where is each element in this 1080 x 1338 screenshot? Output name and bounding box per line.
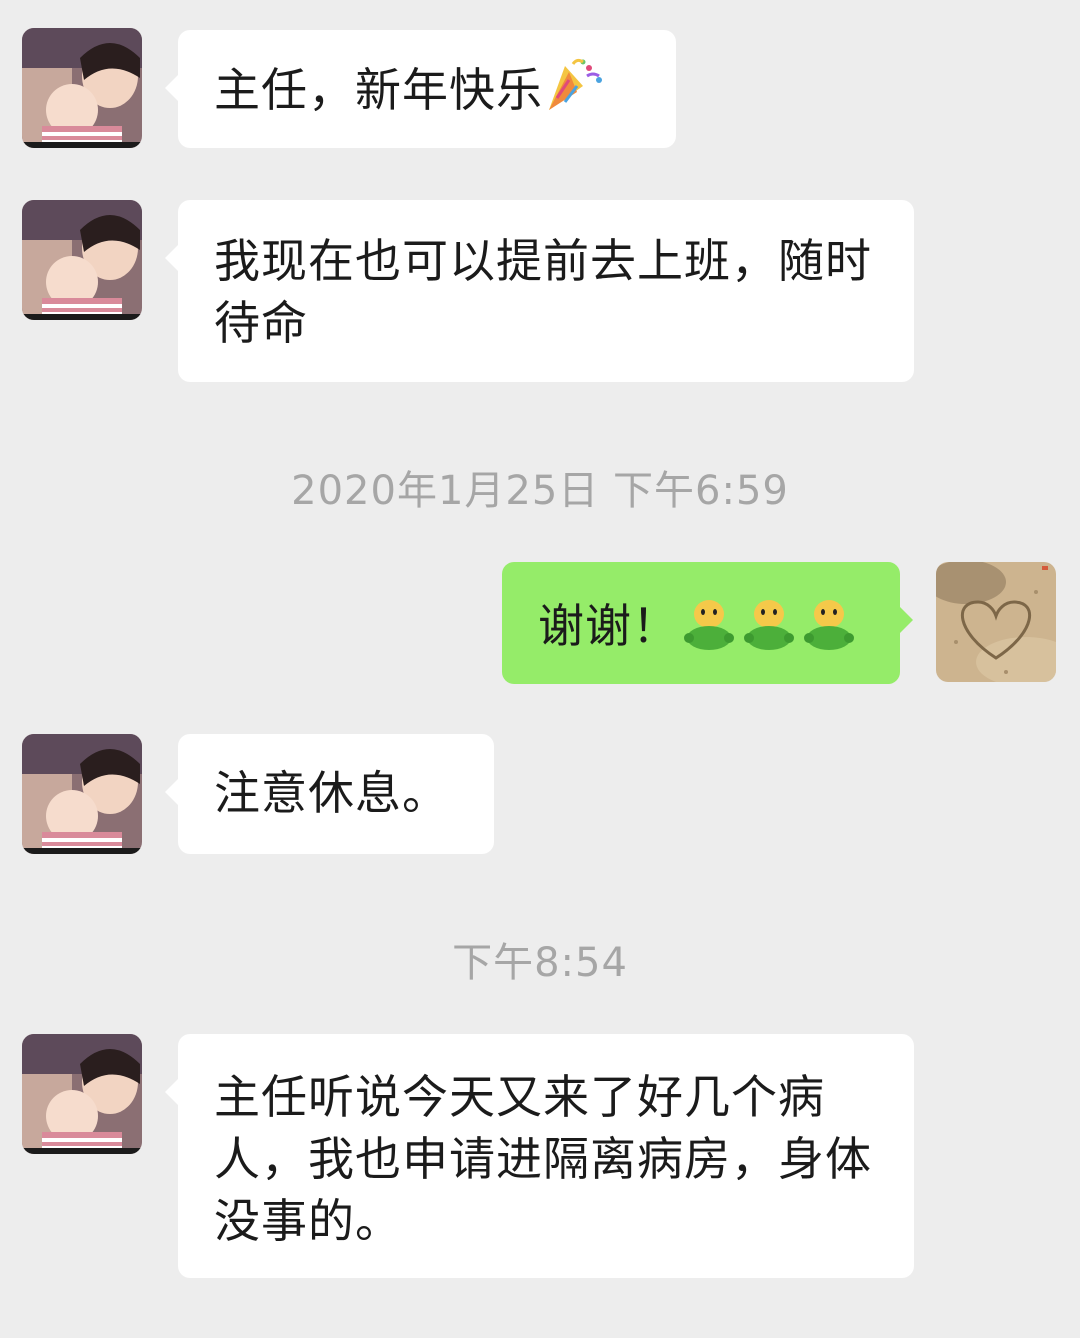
avatar-photo <box>22 734 142 854</box>
message-bubble[interactable]: 主任听说今天又来了好几个病人，我也申请进隔离病房，身体没事的。 <box>165 1034 914 1278</box>
timestamp: 下午8:54 <box>452 940 628 986</box>
message-text: 主任，新年快乐 <box>214 63 543 117</box>
contact-avatar[interactable] <box>22 200 142 320</box>
message-bubble[interactable]: 注意休息。 <box>165 734 494 854</box>
bubble-tail <box>165 778 179 806</box>
avatar-photo <box>22 1034 142 1154</box>
message-text: 注意休息。 <box>214 766 449 820</box>
message-text: 谢谢！ <box>538 599 679 653</box>
message-bubble[interactable]: 谢谢！ <box>502 562 913 684</box>
green-figure-icon <box>799 592 859 667</box>
contact-avatar[interactable] <box>22 28 142 148</box>
contact-avatar[interactable] <box>22 1034 142 1154</box>
contact-avatar[interactable] <box>22 734 142 854</box>
message-bubble[interactable]: 主任，新年快乐 <box>165 30 676 148</box>
green-figure-icon <box>679 592 739 667</box>
message-text: 主任听说今天又来了好几个病人，我也申请进隔离病房，身体没事的。 <box>214 1070 872 1248</box>
bubble-tail <box>165 244 179 272</box>
message-text: 我现在也可以提前去上班，随时待命 <box>214 234 872 350</box>
message-bubble[interactable]: 我现在也可以提前去上班，随时待命 <box>165 200 914 382</box>
avatar-photo-sand-heart <box>936 562 1056 682</box>
avatar-photo <box>22 200 142 320</box>
my-avatar[interactable] <box>936 562 1056 682</box>
bubble-tail <box>165 1078 179 1106</box>
party-popper-icon <box>543 58 607 129</box>
bubble-tail <box>165 74 179 102</box>
avatar-photo <box>22 28 142 148</box>
chat-area[interactable]: 主任，新年快乐 我现在也可以提前去上班，随时待命 2020年1月25日 下午6:… <box>0 0 1080 1338</box>
bubble-tail <box>899 606 913 634</box>
timestamp: 2020年1月25日 下午6:59 <box>291 468 789 514</box>
green-figure-icon <box>739 592 799 667</box>
